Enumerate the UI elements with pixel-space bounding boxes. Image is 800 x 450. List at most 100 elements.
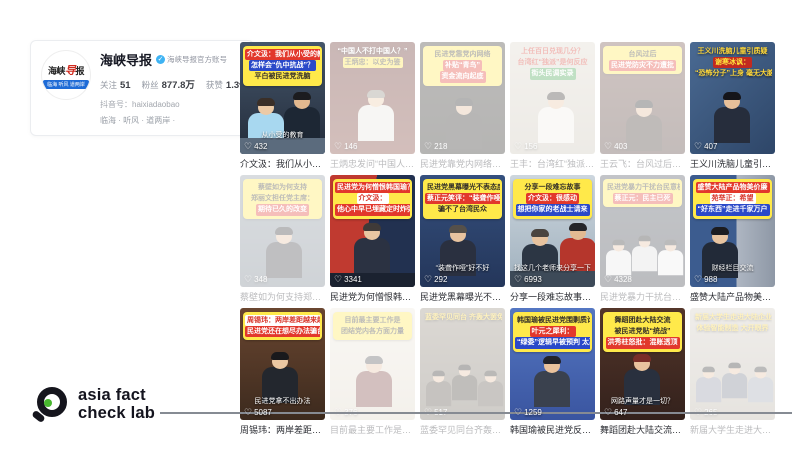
like-count: ♡6993 [514, 275, 542, 284]
video-caption: 蓝委罕见同台齐轰大罢免，现场画面… [420, 423, 505, 436]
afcl-wordmark: asia fact check lab [78, 386, 155, 423]
heart-icon: ♡ [244, 408, 252, 417]
video-overlay-text: “中国人不打中国人？”王炳忠：以史为鉴 [333, 46, 412, 68]
video-tile[interactable]: 分享一段难忘故事介文汲：很感动想把你家的老战士请来找这几个老师来分享一下 ♡699… [510, 175, 595, 303]
video-overlay-text: 王义川洗脑儿童引质疑谢寒冰讽：“恐怖分子”上身 毫无大脑 [693, 46, 772, 80]
video-tile[interactable]: 周锡玮：两岸差距越来越大民进党还在想尽办法骗台湾民进党拿不出办法♡5087周锡玮… [240, 308, 325, 436]
video-grid: 介文汲：我们从小受的教育怎样会“仇中抗战”？平白被民进党洗脑从小受的教育♡432… [240, 42, 775, 436]
video-thumbnail[interactable]: 韩国瑜被民进党围剿质询叶元之犀利：“绿委”逻辑早被预判 太离谱 ♡1259 [510, 308, 595, 420]
heart-icon: ♡ [604, 275, 612, 284]
heart-icon: ♡ [244, 275, 252, 284]
video-tile[interactable]: 蔡壁如为何支持郑丽文担任党主席：期待已久的改变♡348蔡壁如为何支持郑丽文担任党… [240, 175, 325, 303]
video-tile[interactable]: 韩国瑜被民进党围剿质询叶元之犀利：“绿委”逻辑早被预判 太离谱♡1259韩国瑜被… [510, 308, 595, 436]
video-thumbnail[interactable]: 蓝委罕见同台 齐轰大罢免♡517 [420, 308, 505, 420]
video-subtitle: “装聋作哑”好不好 [420, 263, 505, 273]
video-thumbnail[interactable]: “中国人不打中国人？”王炳忠：以史为鉴♡146 [330, 42, 415, 154]
verified-check-icon: ✓ [156, 55, 165, 64]
like-count: ♡4328 [604, 275, 632, 284]
video-thumbnail[interactable]: 分享一段难忘故事介文汲：很感动想把你家的老战士请来找这几个老师来分享一下 ♡699… [510, 175, 595, 287]
video-subtitle: 财经栏目交流 [690, 263, 775, 273]
person-figure [658, 241, 683, 275]
avatar[interactable]: 海峡导报 临海 听风 道两岸 [41, 50, 91, 100]
video-caption: 目前最主要工作是团结党内各方面力量… [330, 423, 415, 436]
video-tile[interactable]: 民进党为何憎恨韩国瑜？介文汲：他心中早已埋藏定时炸弹♡3341 民进党为何憎恨韩国… [330, 175, 415, 303]
like-count: ♡403 [604, 142, 627, 151]
heart-icon: ♡ [514, 408, 522, 417]
video-tile[interactable]: 上任百日兑现几分？台湾红“独派”是何反应街头民调实录♡156王丰：台湾红“独派”… [510, 42, 595, 170]
video-overlay-text: 分享一段难忘故事介文汲：很感动想把你家的老战士请来 [513, 179, 592, 219]
video-subtitle: 网路声量才是一切？ [600, 396, 685, 406]
stat-followers[interactable]: 粉丝877.8万 [142, 77, 195, 91]
video-thumbnail[interactable]: 上任百日兑现几分？台湾红“独派”是何反应街头民调实录♡156 [510, 42, 595, 154]
person-figure [478, 372, 503, 406]
video-tile[interactable]: 王义川洗脑儿童引质疑谢寒冰讽：“恐怖分子”上身 毫无大脑♡407王义川洗脑儿童引… [690, 42, 775, 170]
video-thumbnail[interactable]: 台风过后民进党防灾不力遭批♡403 [600, 42, 685, 154]
video-thumbnail[interactable]: 王义川洗脑儿童引质疑谢寒冰讽：“恐怖分子”上身 毫无大脑♡407 [690, 42, 775, 154]
avatar-ribbon: 临海 听风 道两岸 [43, 80, 89, 89]
heart-icon: ♡ [514, 275, 522, 284]
video-thumbnail[interactable]: 民进党暴力干扰台民意机构议事蔡正元：民主已死♡4328 [600, 175, 685, 287]
video-thumbnail[interactable]: 蔡壁如为何支持郑丽文担任党主席：期待已久的改变♡348 [240, 175, 325, 287]
video-caption: 民进党为何憎恨韩国瑜？介文汲：… [330, 290, 415, 303]
like-count: ♡5087 [244, 408, 272, 417]
video-caption: 民进党黑幕曝光不表态度，蔡正元笑评… [420, 290, 505, 303]
video-overlay-text: 目前最主要工作是团结党内各方面力量 [333, 312, 412, 340]
video-thumbnail[interactable]: 民进党黑幕曝光不表态度蔡正元笑评：“装聋作哑”骗不了台湾民众 “装聋作哑”好不好 ♡… [420, 175, 505, 287]
video-tile[interactable]: 台风过后民进党防灾不力遭批♡403 王云飞：台风过后民进党防灾不力遭批… [600, 42, 685, 170]
heart-icon: ♡ [604, 142, 612, 151]
like-count: ♡647 [604, 408, 627, 417]
verified-badge: ✓ 海峡导报官方账号 [156, 54, 227, 65]
video-thumbnail[interactable]: 舞蹈团赴大陆交流被民进党贴“统战”洪秀柱怒批：混账透顶网路声量才是一切？♡647 [600, 308, 685, 420]
person-figure [748, 368, 773, 402]
video-tile[interactable]: 民进党靠党内网络补贴“青鸟”资金流向起底♡218民进党靠党内网络补贴“青鸟”？名… [420, 42, 505, 170]
person-figure [696, 368, 721, 402]
video-caption: 盛赞大陆产品物美价廉，苑举正：希… [690, 290, 775, 303]
profile-card: 海峡导报 临海 听风 道两岸 海峡导报 ✓ 海峡导报官方账号 关注51 粉丝87… [30, 40, 254, 136]
like-count: ♡432 [244, 142, 267, 151]
video-tile[interactable]: “中国人不打中国人？”王炳忠：以史为鉴♡146王炳忠发问“中国人不打中国人”… [330, 42, 415, 170]
video-tile[interactable]: 民进党黑幕曝光不表态度蔡正元笑评：“装聋作哑”骗不了台湾民众 “装聋作哑”好不好 ♡… [420, 175, 505, 303]
heart-icon: ♡ [424, 142, 432, 151]
video-overlay-text: 上任百日兑现几分？台湾红“独派”是何反应街头民调实录 [513, 46, 592, 80]
video-thumbnail[interactable]: 民进党为何憎恨韩国瑜？介文汲：他心中早已埋藏定时炸弹♡3341 [330, 175, 415, 287]
video-tile[interactable]: 舞蹈团赴大陆交流被民进党贴“统战”洪秀柱怒批：混账透顶网路声量才是一切？♡647… [600, 308, 685, 436]
video-thumbnail[interactable]: 目前最主要工作是团结党内各方面力量♡376 [330, 308, 415, 420]
profile-stats: 关注51 粉丝877.8万 获赞1.3亿 [100, 77, 243, 91]
video-caption: 分享一段难忘故事，介文汲：想把你家… [510, 290, 595, 303]
verified-badge-label: 海峡导报官方账号 [167, 54, 227, 65]
video-caption: 民进党暴力干扰台民意机构议事，蔡… [600, 290, 685, 303]
video-tile[interactable]: 民进党暴力干扰台民意机构议事蔡正元：民主已死♡4328 民进党暴力干扰台民意机构议… [600, 175, 685, 303]
video-overlay-text: 民进党靠党内网络补贴“青鸟”资金流向起底 [423, 46, 502, 86]
video-tile[interactable]: 新届大学生走进大陆企业体验智能制造 大开眼界♡265 新届大学生走进大陆企业参访体… [690, 308, 775, 436]
video-thumbnail[interactable]: 民进党靠党内网络补贴“青鸟”资金流向起底♡218 [420, 42, 505, 154]
stat-following[interactable]: 关注51 [100, 79, 131, 91]
heart-icon: ♡ [424, 275, 432, 284]
video-caption: 王义川洗脑儿童引质疑，谢寒冰讽：… [690, 157, 775, 170]
video-caption: 韩国瑜被民进党反质询痛批，叶元之… [510, 423, 595, 436]
video-tile[interactable]: 蓝委罕见同台 齐轰大罢免♡517 蓝委罕见同台齐轰大罢免，现场画面… [420, 308, 505, 436]
video-caption: 周锡玮：两岸差距越来越大，民进党… [240, 423, 325, 436]
person-figure [358, 92, 394, 141]
video-overlay-text: 民进党黑幕曝光不表态度蔡正元笑评：“装聋作哑”骗不了台湾民众 [423, 179, 502, 219]
video-caption: 新届大学生走进大陆企业参访体验… [690, 423, 775, 436]
video-overlay-text: 周锡玮：两岸差距越来越大民进党还在想尽办法骗台湾 [243, 312, 322, 340]
person-figure [266, 229, 302, 278]
video-overlay-text: 韩国瑜被民进党围剿质询叶元之犀利：“绿委”逻辑早被预判 太离谱 [513, 312, 592, 352]
person-figure [354, 225, 390, 274]
heart-icon: ♡ [694, 142, 702, 151]
like-count: ♡1259 [514, 408, 542, 417]
video-caption: 王云飞：台风过后民进党防灾不力遭批… [600, 157, 685, 170]
video-thumbnail[interactable]: 周锡玮：两岸差距越来越大民进党还在想尽办法骗台湾民进党拿不出办法♡5087 [240, 308, 325, 420]
heart-icon: ♡ [244, 142, 252, 151]
video-thumbnail[interactable]: 盛赞大陆产品物美价廉苑举正：希望“好东西”走进千家万户财经栏目交流♡988 [690, 175, 775, 287]
video-tile[interactable]: 目前最主要工作是团结党内各方面力量♡376 目前最主要工作是团结党内各方面力量… [330, 308, 415, 436]
profile-tags: 临海 · 听风 · 道两岸 · [100, 115, 243, 126]
heart-icon: ♡ [514, 142, 522, 151]
person-figure [446, 100, 482, 149]
video-tile[interactable]: 盛赞大陆产品物美价廉苑举正：希望“好东西”走进千家万户财经栏目交流♡988 盛赞大… [690, 175, 775, 303]
video-thumbnail[interactable]: 介文汲：我们从小受的教育怎样会“仇中抗战”？平白被民进党洗脑从小受的教育♡432 [240, 42, 325, 154]
video-tile[interactable]: 介文汲：我们从小受的教育怎样会“仇中抗战”？平白被民进党洗脑从小受的教育♡432… [240, 42, 325, 170]
video-thumbnail[interactable]: 新届大学生走进大陆企业体验智能制造 大开眼界♡265 [690, 308, 775, 420]
video-subtitle: 找这几个老师来分享一下 [510, 263, 595, 273]
magnifier-icon [34, 387, 68, 421]
